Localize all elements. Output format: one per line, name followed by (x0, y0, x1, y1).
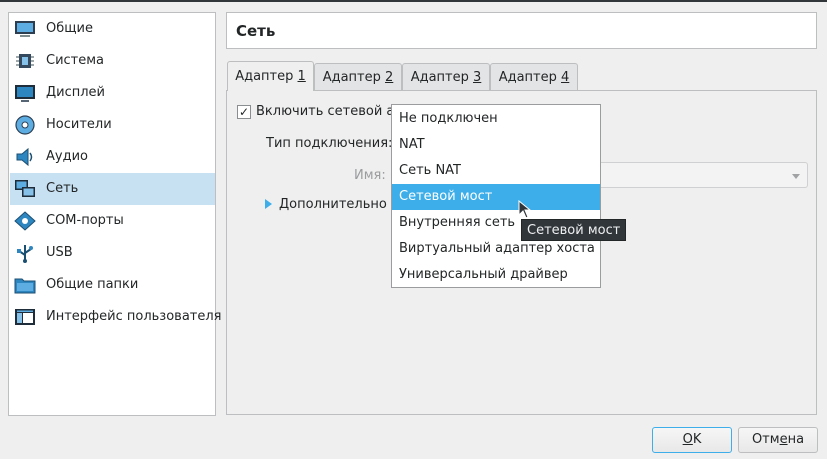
sidebar-item-label: Общие (46, 21, 93, 36)
enable-adapter-checkbox[interactable]: ✓ (237, 105, 251, 119)
advanced-toggle-label[interactable]: Дополнительно (279, 197, 387, 212)
network-icon (15, 180, 35, 197)
sidebar-item-label: Дисплей (46, 85, 106, 100)
sidebar-item-audio[interactable]: Аудио (10, 141, 215, 173)
chevron-down-icon (792, 174, 800, 179)
ui-window-icon (15, 309, 35, 325)
sidebar-item-network[interactable]: Сеть (10, 173, 215, 205)
dropdown-option-not-attached[interactable]: Не подключен (392, 106, 600, 132)
option-tooltip: Сетевой мост (521, 219, 627, 241)
sidebar-item-label: Сеть (46, 181, 79, 196)
sidebar-item-user-interface[interactable]: Интерфейс пользователя (10, 301, 222, 333)
enable-adapter-label: Включить сетевой ад (256, 104, 404, 119)
page-title: Сеть (236, 22, 276, 40)
sidebar-item-general[interactable]: Общие (10, 13, 215, 45)
adapter-name-combobox[interactable] (596, 162, 808, 188)
folder-icon (14, 278, 36, 294)
sidebar-item-display[interactable]: Дисплей (10, 77, 215, 109)
expand-arrow-icon[interactable] (265, 199, 272, 209)
sidebar-item-label: Система (46, 53, 105, 68)
sidebar-item-label: USB (46, 245, 73, 260)
monitor-general-icon (15, 21, 35, 37)
tab-adapter-4[interactable]: Адаптер 4 (490, 63, 578, 91)
sidebar-item-storage[interactable]: Носители (10, 109, 215, 141)
dropdown-option-generic[interactable]: Универсальный драйвер (392, 262, 600, 288)
dropdown-option-nat[interactable]: NAT (392, 132, 600, 158)
settings-sidebar: Общие Система Дисплей Носители Аудио Сет… (8, 12, 222, 416)
sidebar-item-com-ports[interactable]: COM-порты (10, 205, 215, 237)
serial-port-icon (14, 211, 36, 231)
sidebar-item-label: Интерфейс пользователя (46, 309, 222, 324)
sidebar-item-label: Аудио (46, 149, 88, 164)
dropdown-option-bridged[interactable]: Сетевой мост (392, 184, 600, 210)
adapter-name-label: Имя: (354, 168, 386, 183)
sidebar-item-usb[interactable]: USB (10, 237, 215, 269)
tab-adapter-1[interactable]: Адаптер 1 (227, 61, 314, 91)
chip-icon (16, 54, 34, 68)
cancel-button[interactable]: Отмена (738, 427, 818, 453)
sidebar-item-label: Носители (46, 117, 112, 132)
sidebar-item-shared-folders[interactable]: Общие папки (10, 269, 215, 301)
dropdown-option-nat-network[interactable]: Сеть NAT (392, 158, 600, 184)
sidebar-item-label: COM-порты (46, 213, 124, 228)
tab-adapter-3[interactable]: Адаптер 3 (402, 63, 490, 91)
connection-type-dropdown: Не подключен NAT Сеть NAT Сетевой мост В… (391, 104, 601, 288)
ok-button[interactable]: OK (652, 427, 732, 453)
page-header: Сеть (226, 12, 817, 49)
connection-type-label: Тип подключения: (266, 136, 393, 151)
display-icon (15, 85, 35, 102)
sidebar-item-system[interactable]: Система (10, 45, 215, 77)
window-top-border (0, 0, 827, 2)
sidebar-item-label: Общие папки (46, 277, 139, 292)
disc-icon (15, 115, 35, 135)
mouse-cursor-icon (518, 200, 532, 219)
usb-icon (17, 245, 33, 263)
tab-adapter-2[interactable]: Адаптер 2 (314, 63, 402, 91)
speaker-icon (16, 147, 33, 167)
